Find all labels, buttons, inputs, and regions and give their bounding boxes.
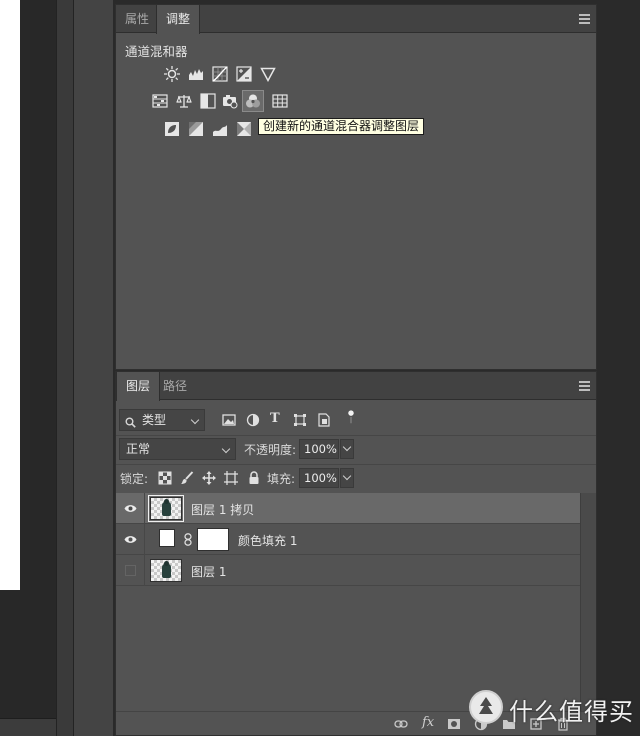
adjustments-hover-title: 通道混和器: [125, 44, 188, 59]
fill-input[interactable]: 100%: [299, 468, 339, 488]
layer-filter-select[interactable]: 类型: [119, 409, 205, 431]
lock-label: 锁定:: [120, 472, 149, 486]
layers-panel: 图层 路径 类型 T 正常 不透明度: 100% 锁定: 填充: 100% 图层…: [115, 371, 597, 736]
channel-mixer-tooltip: 创建新的通道混合器调整图层: [258, 118, 425, 135]
filter-smart-object-icon[interactable]: [317, 413, 331, 427]
layer-mask-thumbnail[interactable]: [197, 528, 229, 551]
lock-fill-row: 锁定: 填充: 100%: [116, 464, 596, 490]
color-lookup-icon[interactable]: [272, 93, 288, 109]
opacity-input[interactable]: 100%: [299, 439, 339, 459]
layer-name[interactable]: 颜色填充 1: [238, 532, 297, 549]
canvas-vertical-scrollbar[interactable]: [56, 0, 74, 736]
posterize-icon[interactable]: [188, 121, 204, 137]
layer-name[interactable]: 图层 1: [191, 563, 226, 580]
link-layers-icon[interactable]: [394, 717, 408, 731]
filter-type-icon[interactable]: T: [270, 411, 280, 426]
layer-visibility-toggle[interactable]: [116, 524, 145, 555]
layer-list: 图层 1 拷贝 颜色填充 1 图层 1: [116, 493, 580, 711]
search-icon: [125, 414, 136, 428]
canvas-horizontal-scrollbar[interactable]: [0, 718, 56, 736]
layer-filter-row: 类型 T: [116, 405, 596, 433]
vibrance-triangle-icon[interactable]: [260, 66, 276, 82]
layer-visibility-toggle[interactable]: [116, 555, 145, 586]
watermark-text: 什么值得买: [509, 698, 634, 726]
adjustments-panel: 属性 调整 通道混和器 创建新的通道混合器调整图层: [115, 4, 597, 370]
add-mask-icon[interactable]: [447, 717, 461, 731]
layer-style-fx-icon[interactable]: fx: [422, 715, 434, 730]
document-canvas-area[interactable]: [0, 0, 56, 736]
curves-icon[interactable]: [212, 66, 228, 82]
layer-name[interactable]: 图层 1 拷贝: [191, 501, 254, 518]
layer-row[interactable]: 图层 1: [116, 555, 580, 586]
black-white-icon[interactable]: [200, 93, 216, 109]
layer-row[interactable]: 颜色填充 1: [116, 524, 580, 555]
tab-paths[interactable]: 路径: [154, 372, 196, 400]
document-canvas[interactable]: [0, 0, 20, 590]
color-balance-icon[interactable]: [176, 93, 192, 109]
filter-adjustment-icon[interactable]: [246, 413, 260, 427]
collapsed-panel-dock: [74, 0, 114, 736]
opacity-slider-toggle[interactable]: [340, 439, 354, 459]
panel-menu-icon[interactable]: [579, 14, 590, 24]
layers-panel-menu-icon[interactable]: [579, 381, 590, 391]
blend-mode-select[interactable]: 正常: [119, 438, 236, 460]
invert-icon[interactable]: [164, 121, 180, 137]
layer-thumbnail: [148, 495, 184, 522]
blend-mode-value: 正常: [126, 442, 151, 456]
filter-shape-icon[interactable]: [293, 413, 307, 427]
levels-icon[interactable]: [188, 66, 204, 82]
tab-properties[interactable]: 属性: [116, 5, 158, 33]
link-chain-icon[interactable]: [184, 533, 192, 546]
layer-row[interactable]: 图层 1 拷贝: [116, 493, 580, 524]
tab-adjustments[interactable]: 调整: [156, 5, 201, 34]
lock-image-pixels-brush-icon[interactable]: [180, 471, 194, 485]
gradient-map-icon[interactable]: [236, 121, 252, 137]
lock-all-icon[interactable]: [247, 471, 261, 485]
lock-transparent-pixels-icon[interactable]: [158, 471, 172, 485]
layer-list-scrollbar[interactable]: [580, 493, 596, 711]
eye-icon: [124, 504, 137, 513]
watermark-logo-icon: [469, 690, 503, 724]
layer-thumbnail: [150, 559, 182, 582]
blend-opacity-row: 正常 不透明度: 100%: [116, 435, 596, 461]
adjustments-tabbar: 属性 调整: [116, 5, 596, 34]
lock-artboard-icon[interactable]: [224, 471, 238, 485]
channel-mixer-icon[interactable]: [242, 90, 264, 112]
opacity-label: 不透明度:: [244, 443, 297, 457]
threshold-icon[interactable]: [212, 121, 228, 137]
layers-tabbar: 图层 路径: [116, 372, 596, 401]
watermark: 什么值得买: [467, 686, 637, 736]
photo-filter-icon[interactable]: [222, 93, 238, 109]
brightness-contrast-icon[interactable]: [164, 66, 180, 82]
filter-toggle-switch[interactable]: [344, 410, 354, 428]
layer-filter-label: 类型: [142, 413, 167, 427]
color-fill-swatch[interactable]: [159, 529, 175, 547]
fill-slider-toggle[interactable]: [340, 468, 354, 488]
hue-saturation-icon[interactable]: [152, 93, 168, 109]
lock-position-move-icon[interactable]: [202, 471, 216, 485]
eye-icon: [124, 535, 137, 544]
filter-pixel-icon[interactable]: [222, 413, 236, 427]
exposure-icon[interactable]: [236, 66, 252, 82]
hidden-visibility-box: [125, 565, 136, 576]
fill-label: 填充:: [267, 472, 296, 486]
layer-visibility-toggle[interactable]: [116, 493, 145, 524]
